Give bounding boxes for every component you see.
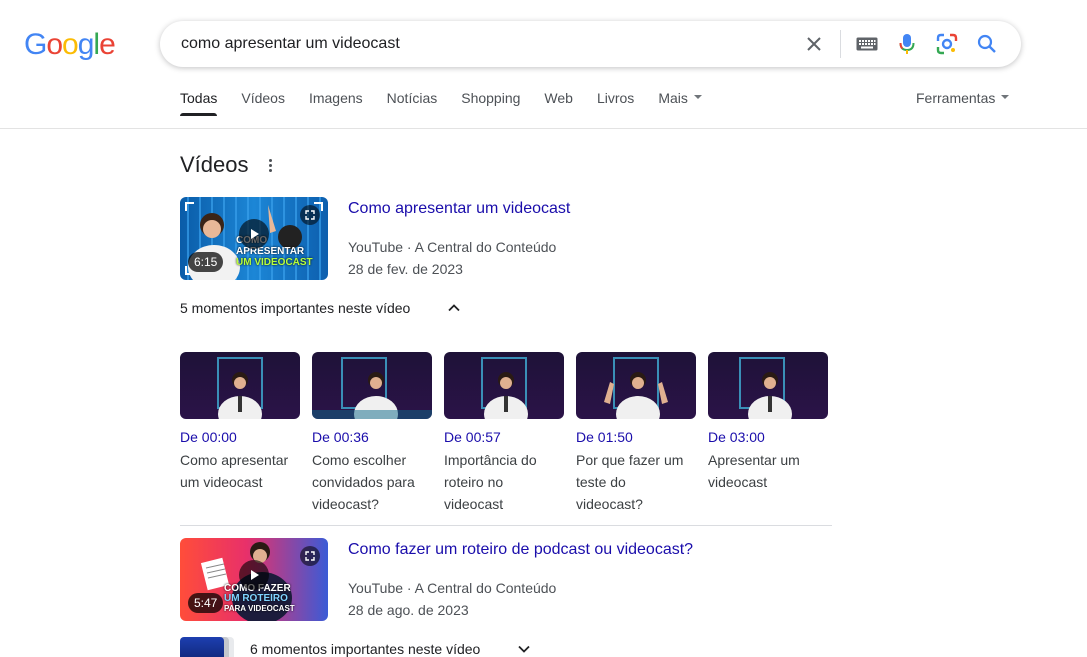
key-moments-header[interactable]: 6 momentos importantes neste vídeo (250, 639, 480, 657)
logo-letter: g (77, 28, 95, 61)
chevron-down-icon[interactable] (516, 641, 532, 657)
logo-letter: o (62, 28, 79, 61)
search-tabs: Todas Vídeos Imagens Notícias Shopping W… (180, 88, 726, 116)
chevron-up-icon[interactable] (446, 300, 462, 316)
video-title-link[interactable]: Como fazer um roteiro de podcast ou vide… (348, 539, 693, 561)
header-divider (0, 128, 1087, 129)
camera-lens-icon (936, 33, 958, 55)
moment-art (312, 357, 432, 419)
search-separator (840, 30, 841, 58)
video-title-link[interactable]: Como apresentar um videocast (348, 198, 570, 220)
result-divider (180, 525, 832, 526)
video-source: YouTube · A Central do Conteúdo (348, 580, 557, 596)
tab-web[interactable]: Web (544, 88, 573, 116)
tab-shopping[interactable]: Shopping (461, 88, 520, 116)
video-duration: 6:15 (188, 252, 224, 272)
keyboard-icon (856, 37, 878, 51)
key-moment-thumbnail[interactable] (708, 352, 828, 419)
tools-button[interactable]: Ferramentas (916, 88, 1010, 108)
logo-letter: o (46, 28, 63, 61)
expand-button[interactable] (300, 205, 320, 225)
key-moment-label: Por que fazer um teste do videocast? (576, 452, 684, 512)
key-moment[interactable]: De 03:00 Apresentar um videocast (708, 352, 828, 493)
close-icon (807, 37, 821, 51)
expand-icon (305, 210, 315, 220)
video-thumbnail[interactable]: COMO FAZER UM ROTEIRO PARA VIDEOCAST 5:4… (180, 538, 328, 621)
video-thumbnail[interactable]: COMO APRESENTAR UM VIDEOCAST 6:15 (180, 197, 328, 280)
caret-down-icon (693, 95, 702, 100)
keyboard-button[interactable] (847, 21, 887, 67)
tab-more-label: Mais (658, 90, 688, 106)
voice-search-button[interactable] (887, 21, 927, 67)
key-moment-time[interactable]: De 00:00 (180, 427, 300, 447)
key-moment[interactable]: De 00:57 Importância do roteiro no video… (444, 352, 564, 515)
video-source: YouTube · A Central do Conteúdo (348, 239, 557, 255)
tab-videos[interactable]: Vídeos (241, 88, 285, 116)
key-moment-label: Apresentar um videocast (708, 452, 800, 490)
key-moment-label: Como escolher convidados para videocast? (312, 452, 415, 512)
moment-art (481, 357, 528, 419)
play-button[interactable] (239, 219, 269, 249)
stack-card-front (180, 637, 224, 657)
clear-button[interactable] (794, 21, 834, 67)
search-input[interactable]: como apresentar um videocast (181, 34, 400, 54)
google-logo[interactable]: Google (24, 28, 116, 62)
video-date: 28 de ago. de 2023 (348, 602, 469, 618)
tab-news[interactable]: Notícias (387, 88, 438, 116)
key-moment[interactable]: De 00:36 Como escolher convidados para v… (312, 352, 432, 515)
play-button[interactable] (239, 560, 269, 590)
key-moment-time[interactable]: De 00:36 (312, 427, 432, 447)
moment-art (739, 357, 792, 419)
key-moment-thumbnail[interactable] (312, 352, 432, 419)
moment-art (604, 357, 668, 419)
thumbnail-text-line: UM ROTEIRO (224, 593, 288, 604)
search-icon (977, 34, 996, 53)
key-moment[interactable]: De 00:00 Como apresentar um videocast (180, 352, 300, 493)
key-moment-time[interactable]: De 01:50 (576, 427, 696, 447)
key-moment-time[interactable]: De 03:00 (708, 427, 828, 447)
lens-search-button[interactable] (927, 21, 967, 67)
search-actions (794, 21, 1007, 67)
more-options-icon[interactable] (262, 155, 278, 175)
key-moment-thumbnail[interactable] (576, 352, 696, 419)
tab-images[interactable]: Imagens (309, 88, 363, 116)
search-button[interactable] (967, 21, 1007, 67)
key-moment-label: Importância do roteiro no videocast (444, 452, 537, 512)
expand-icon (305, 551, 315, 561)
thumbnail-text-line: PARA VIDEOCAST (224, 604, 295, 613)
video-date: 28 de fev. de 2023 (348, 261, 463, 277)
caret-down-icon (1001, 95, 1010, 100)
moment-art (217, 357, 263, 419)
play-icon (251, 229, 259, 239)
logo-letter: G (24, 28, 47, 61)
tab-all[interactable]: Todas (180, 88, 218, 116)
microphone-icon (899, 34, 915, 54)
key-moment-label: Como apresentar um videocast (180, 452, 289, 490)
key-moment-time[interactable]: De 00:57 (444, 427, 564, 447)
play-icon (251, 570, 259, 580)
tab-books[interactable]: Livros (597, 88, 634, 116)
tab-more[interactable]: Mais (658, 88, 702, 116)
video-duration: 5:47 (188, 593, 224, 613)
key-moment[interactable]: De 01:50 Por que fazer um teste do video… (576, 352, 696, 515)
logo-letter: e (99, 28, 116, 61)
key-moment-thumbnail[interactable] (180, 352, 300, 419)
thumbnail-text-line: UM VIDEOCAST (236, 257, 313, 268)
tools-label: Ferramentas (916, 90, 996, 106)
section-title: Vídeos (180, 152, 249, 177)
key-moment-thumbnail[interactable] (444, 352, 564, 419)
search-box[interactable]: como apresentar um videocast (160, 21, 1021, 67)
expand-button[interactable] (300, 546, 320, 566)
moment-thumbnail-stack[interactable] (180, 637, 234, 657)
key-moments-header[interactable]: 5 momentos importantes neste vídeo (180, 298, 410, 318)
